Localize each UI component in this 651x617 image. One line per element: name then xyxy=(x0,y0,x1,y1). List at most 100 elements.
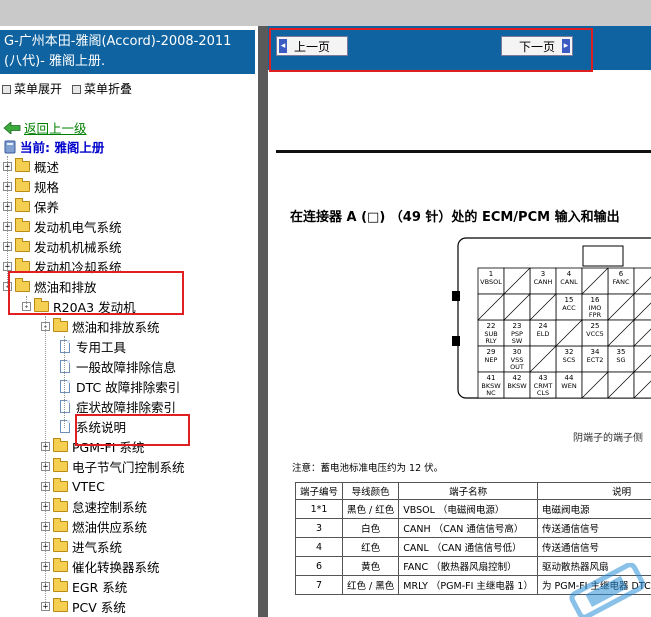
voltage-note: 注意：蓄电池标准电压约为 12 伏。 xyxy=(292,463,444,474)
tree-item-4[interactable]: + 发动机机械系统 xyxy=(3,236,122,256)
highlight-nav-buttons xyxy=(269,28,593,72)
tree-item-label: 规格 xyxy=(34,179,60,195)
connector-pin-number: 22 xyxy=(487,322,496,330)
connector-pin-signal: CANL xyxy=(560,278,578,286)
tree-item-21[interactable]: + EGR 系统 xyxy=(41,576,127,596)
tree-item-label: 概述 xyxy=(34,159,60,175)
tree-item-label: 专用工具 xyxy=(76,339,127,355)
connector-pin-signal: OUT xyxy=(510,363,524,371)
tree-item-label: 怠速控制系统 xyxy=(72,499,148,515)
tree-item-12[interactable]: 症状故障排除索引 xyxy=(60,396,176,416)
document-icon xyxy=(60,379,70,393)
connector-diagram: 1VBSOL3CANH4CANL6FANC15ACC16IMOFPR22SUBR… xyxy=(452,237,651,399)
connector-pin-number: 43 xyxy=(539,374,548,382)
tree-item-15[interactable]: + 电子节气门控制系统 xyxy=(41,456,185,476)
folder-icon xyxy=(15,177,30,192)
connector-pin-number: 16 xyxy=(591,296,600,304)
tree-item-8[interactable]: - 燃油和排放系统 xyxy=(41,316,160,336)
connector-pin-number: 15 xyxy=(565,296,574,304)
connector-empty-cavity xyxy=(633,319,651,347)
table-header-cell: 说明 xyxy=(536,482,651,500)
tree-item-10[interactable]: 一般故障排除信息 xyxy=(60,356,176,376)
folder-icon xyxy=(15,257,30,272)
table-header-cell: 端子名称 xyxy=(398,482,538,500)
tree-item-1[interactable]: + 规格 xyxy=(3,176,59,196)
table-cell: 黄色 xyxy=(342,556,400,576)
table-row: 1*1 黑色 / 红色 VBSOL （电磁阀电源） 电磁阀电源 xyxy=(294,499,651,519)
connector-pin-signal: FPR xyxy=(589,311,602,319)
open-folder-icon xyxy=(53,317,68,332)
connector-pin-signal: BKSW xyxy=(507,382,527,390)
connector-pin-number: 1 xyxy=(489,270,493,278)
folder-icon xyxy=(53,597,68,612)
document-rule xyxy=(276,150,651,153)
navigation-panel: G-广州本田-雅阁(Accord)-2008-2011 (八代)- 雅阁上册. … xyxy=(0,26,258,617)
folder-icon xyxy=(53,577,68,592)
tree-item-22[interactable]: + PCV 系统 xyxy=(41,596,126,616)
tree-item-19[interactable]: + 进气系统 xyxy=(41,536,122,556)
highlight-system-description xyxy=(75,414,190,446)
connector-pin-number: 25 xyxy=(591,322,600,330)
menu-expand-button[interactable]: 菜单展开 xyxy=(2,80,62,97)
connector-pin-number: 32 xyxy=(565,348,574,356)
folder-icon xyxy=(53,457,68,472)
connector-pin-number: 4 xyxy=(567,270,572,278)
menu-collapse-button[interactable]: 菜单折叠 xyxy=(72,80,132,97)
folder-icon xyxy=(15,217,30,232)
connector-pin-number: 29 xyxy=(487,348,496,356)
document-icon xyxy=(60,359,70,373)
expand-all-icon xyxy=(2,85,11,94)
tree-item-label: 催化转换器系统 xyxy=(72,559,160,575)
menu-expand-label: 菜单展开 xyxy=(14,82,63,96)
tree-item-16[interactable]: + VTEC xyxy=(41,476,105,496)
tree-item-label: 发动机机械系统 xyxy=(34,239,122,255)
book-title-line-1: G-广州本田-雅阁(Accord)-2008-2011 xyxy=(4,34,232,49)
table-cell: 传送通信信号 xyxy=(536,537,651,557)
back-link[interactable]: 返回上一级 xyxy=(24,118,87,137)
tree-item-20[interactable]: + 催化转换器系统 xyxy=(41,556,160,576)
tree-item-18[interactable]: + 燃油供应系统 xyxy=(41,516,147,536)
tree-item-2[interactable]: + 保养 xyxy=(3,196,59,216)
connector-caption: 阴端子的端子侧 xyxy=(573,433,643,444)
document-panel: ◂ 上一页 下一页 ▸ 在连接器 A (□) （49 针）处的 ECM/PCM … xyxy=(268,26,651,617)
table-cell: CANH （CAN 通信信号高） xyxy=(398,518,538,538)
connector-pin-number: 41 xyxy=(487,374,496,382)
table-cell: 3 xyxy=(294,518,344,538)
panel-divider[interactable] xyxy=(258,26,268,617)
connector-pin-number: 34 xyxy=(591,348,600,356)
menu-collapse-label: 菜单折叠 xyxy=(84,82,133,96)
document-icon xyxy=(60,419,70,433)
tree-item-label: 症状故障排除索引 xyxy=(76,399,177,415)
table-cell: 白色 xyxy=(342,518,400,538)
connector-empty-cavity xyxy=(633,371,651,399)
table-cell: 传送通信信号 xyxy=(536,518,651,538)
book-title-bar: G-广州本田-雅阁(Accord)-2008-2011 (八代)- 雅阁上册. xyxy=(0,30,255,74)
tree-item-0[interactable]: + 概述 xyxy=(3,156,59,176)
connector-pin-signal: VBSOL xyxy=(480,278,502,286)
tree-item-11[interactable]: DTC 故障排除索引 xyxy=(60,376,180,396)
tree-item-label: PCV 系统 xyxy=(72,599,126,615)
current-location-label: 当前: 雅阁上册 xyxy=(20,140,105,155)
tree-item-17[interactable]: + 怠速控制系统 xyxy=(41,496,147,516)
connector-pin-signal: SCS xyxy=(563,356,576,364)
table-cell: 6 xyxy=(294,556,344,576)
folder-icon xyxy=(53,497,68,512)
tree-item-label: 一般故障排除信息 xyxy=(76,359,177,375)
tree-item-label: VTEC xyxy=(72,478,105,494)
connector-empty-cavity xyxy=(633,267,651,295)
connector-pin-signal: NC xyxy=(486,389,496,397)
tree-item-9[interactable]: 专用工具 xyxy=(60,336,126,356)
book-title-line-2: (八代)- 雅阁上册. xyxy=(4,54,106,69)
folder-icon xyxy=(15,237,30,252)
connector-pin-number: 30 xyxy=(513,348,522,356)
current-location: 当前: 雅阁上册 xyxy=(3,137,104,156)
tree-item-3[interactable]: + 发动机电气系统 xyxy=(3,216,122,236)
connector-pin-number: 35 xyxy=(617,348,626,356)
connector-pin-signal: ELD xyxy=(537,330,550,338)
folder-icon xyxy=(15,197,30,212)
tree-item-label: 进气系统 xyxy=(72,539,123,555)
connector-pin-signal: VCC5 xyxy=(586,330,604,338)
connector-pin-signal: RLY xyxy=(485,337,496,345)
tree-item-label: 发动机电气系统 xyxy=(34,219,122,235)
folder-icon xyxy=(53,477,68,492)
